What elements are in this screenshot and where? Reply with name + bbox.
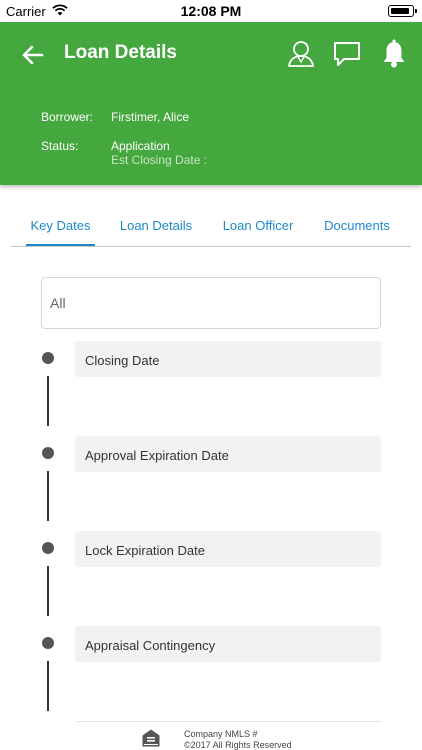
timeline-dot — [42, 637, 54, 649]
timeline-connector — [47, 661, 49, 711]
company-nmls: Company NMLS # — [184, 729, 258, 739]
loan-officer-icon[interactable] — [285, 38, 317, 70]
bell-icon[interactable] — [378, 38, 410, 70]
tab-loan-officer[interactable]: Loan Officer — [217, 205, 299, 246]
status-value: Application — [111, 139, 170, 153]
page-title: Loan Details — [64, 42, 177, 63]
date-filter-select[interactable]: All — [41, 277, 381, 329]
timeline-dot — [42, 352, 54, 364]
timeline-dot — [42, 447, 54, 459]
tab-loan-details[interactable]: Loan Details — [115, 205, 197, 246]
borrower-label: Borrower: — [41, 110, 94, 124]
back-arrow-icon[interactable] — [18, 40, 48, 70]
footer-divider — [76, 721, 381, 722]
status-bar: Carrier 12:08 PM — [0, 0, 422, 22]
timeline-connector — [47, 376, 49, 426]
status-label: Status: — [41, 139, 79, 153]
timeline-item-appraisal-contingency[interactable]: Appraisal Contingency — [75, 626, 381, 662]
timeline-connector — [47, 471, 49, 521]
timeline-item-approval-expiration-date[interactable]: Approval Expiration Date — [75, 436, 381, 472]
battery-icon — [388, 5, 417, 17]
timeline-item-lock-expiration-date[interactable]: Lock Expiration Date — [75, 531, 381, 567]
borrower-value: Firstimer, Alice — [111, 110, 190, 124]
clock: 12:08 PM — [180, 3, 242, 19]
copyright: ©2017 All Rights Reserved — [184, 740, 292, 750]
chat-icon[interactable] — [331, 38, 363, 70]
timeline-item-closing-date[interactable]: Closing Date — [75, 341, 381, 377]
tab-key-dates[interactable]: Key Dates — [26, 205, 95, 246]
equal-housing-lender-icon — [142, 729, 160, 747]
est-closing-date-label: Est Closing Date : — [111, 153, 208, 167]
tab-bar: Key Dates Loan Details Loan Officer Docu… — [11, 205, 411, 247]
timeline-connector — [47, 566, 49, 616]
tab-documents[interactable]: Documents — [319, 205, 395, 246]
footer-legal: Company NMLS # ©2017 All Rights Reserved — [184, 729, 292, 750]
timeline-dot — [42, 542, 54, 554]
loan-header: Loan Details Borrower: Firstimer, Alice … — [0, 22, 422, 185]
